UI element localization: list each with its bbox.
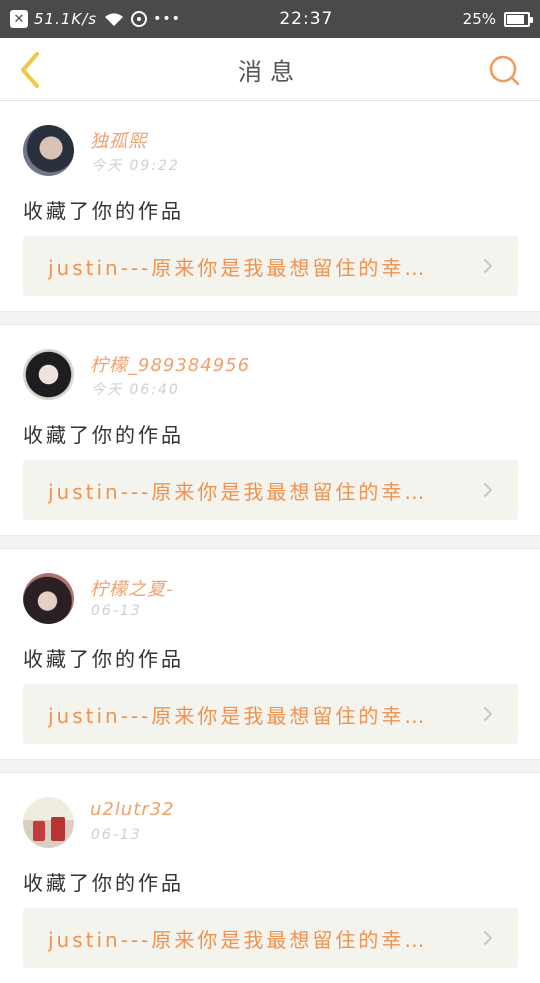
work-link[interactable]: justin---原来你是我最想留住的幸…	[23, 908, 518, 968]
notification-item: u2lutr32 06-13 收藏了你的作品 justin---原来你是我最想留…	[0, 773, 540, 983]
chevron-left-icon	[21, 52, 39, 88]
work-title: justin---原来你是我最想留住的幸…	[48, 927, 428, 952]
battery-percent: 25%	[462, 10, 496, 28]
battery-icon	[504, 11, 533, 27]
divider	[0, 535, 540, 549]
status-left: ✕ 51.1K/s •••	[10, 10, 220, 28]
divider	[0, 311, 540, 325]
notification-item: 柠檬_989384956 今天 06:40 收藏了你的作品 justin---原…	[0, 325, 540, 535]
username[interactable]: 独孤熙	[90, 127, 147, 153]
chevron-right-icon	[484, 483, 492, 497]
search-icon[interactable]	[486, 52, 522, 88]
timestamp: 06-13	[91, 603, 142, 619]
close-notification-icon: ✕	[10, 10, 28, 28]
work-link[interactable]: justin---原来你是我最想留住的幸…	[23, 236, 518, 296]
work-link[interactable]: justin---原来你是我最想留住的幸…	[23, 684, 518, 744]
wifi-icon	[105, 13, 124, 26]
status-right: 25%	[462, 10, 533, 28]
timestamp: 今天 09:22	[91, 158, 180, 174]
nav-bar: 消息	[0, 38, 540, 101]
notification-item: 独孤熙 今天 09:22 收藏了你的作品 justin---原来你是我最想留住的…	[0, 101, 540, 311]
work-title: justin---原来你是我最想留住的幸…	[48, 479, 428, 504]
action-text: 收藏了你的作品	[23, 199, 184, 223]
timestamp: 06-13	[91, 827, 142, 843]
page-title: 消息	[238, 57, 302, 86]
work-title: justin---原来你是我最想留住的幸…	[48, 255, 428, 280]
work-title: justin---原来你是我最想留住的幸…	[48, 703, 428, 728]
divider	[0, 759, 540, 773]
avatar[interactable]	[23, 125, 74, 176]
avatar[interactable]	[23, 573, 74, 624]
action-text: 收藏了你的作品	[23, 647, 184, 671]
network-speed: 51.1K/s	[34, 10, 98, 28]
notification-item: 柠檬之夏- 06-13 收藏了你的作品 justin---原来你是我最想留住的幸…	[0, 549, 540, 759]
status-bar: ✕ 51.1K/s ••• 22:37 25%	[0, 0, 540, 38]
chevron-right-icon	[484, 707, 492, 721]
username[interactable]: u2lutr32	[90, 799, 175, 820]
work-link[interactable]: justin---原来你是我最想留住的幸…	[23, 460, 518, 520]
more-indicator: •••	[153, 11, 181, 27]
chevron-right-icon	[484, 931, 492, 945]
clock: 22:37	[279, 9, 334, 29]
username[interactable]: 柠檬_989384956	[90, 351, 250, 377]
username[interactable]: 柠檬之夏-	[90, 575, 174, 601]
chevron-right-icon	[484, 259, 492, 273]
action-text: 收藏了你的作品	[23, 423, 184, 447]
timestamp: 今天 06:40	[91, 382, 180, 398]
notification-list: 独孤熙 今天 09:22 收藏了你的作品 justin---原来你是我最想留住的…	[0, 101, 540, 983]
action-text: 收藏了你的作品	[23, 871, 184, 895]
back-button[interactable]	[10, 48, 50, 92]
avatar[interactable]	[23, 797, 74, 848]
disc-icon	[131, 11, 148, 27]
avatar[interactable]	[23, 349, 74, 400]
